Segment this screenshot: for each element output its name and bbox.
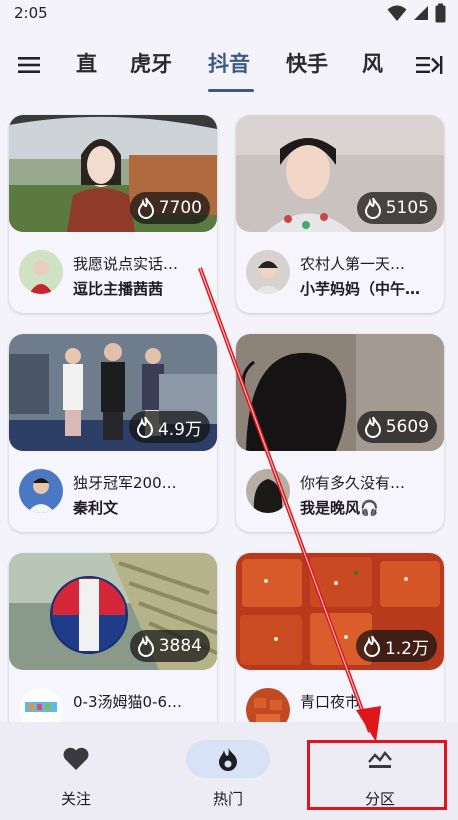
avatar bbox=[19, 250, 63, 294]
stream-card[interactable]: 5609 你有多久没有… 我是晚风🎧 bbox=[236, 334, 444, 532]
tab-partial-right[interactable]: 风 bbox=[362, 48, 383, 78]
menu-icon[interactable] bbox=[16, 52, 42, 78]
top-tab-bar: 直 虎牙 抖音 快手 风 bbox=[0, 40, 458, 94]
tab-partial-left[interactable]: 直 bbox=[76, 48, 97, 78]
flame-icon bbox=[364, 416, 381, 438]
stream-card[interactable]: 5105 农村人第一天… 小芋妈妈（中午… bbox=[236, 115, 444, 313]
avatar bbox=[246, 250, 290, 294]
stream-card[interactable]: 4.9万 独牙冠军200… 秦利文 bbox=[9, 334, 217, 532]
collapse-menu-icon[interactable] bbox=[414, 52, 444, 78]
active-tab-indicator bbox=[208, 89, 254, 92]
heart-icon bbox=[63, 747, 89, 770]
highlight-box bbox=[307, 740, 447, 810]
views-badge: 1.2万 bbox=[355, 630, 437, 662]
flame-icon bbox=[137, 635, 154, 657]
views-badge: 5105 bbox=[356, 192, 437, 224]
status-time: 2:05 bbox=[14, 4, 48, 22]
tab-kuaishou[interactable]: 快手 bbox=[286, 48, 328, 78]
views-badge: 4.9万 bbox=[128, 411, 210, 443]
nav-follow[interactable]: 关注 bbox=[0, 722, 152, 820]
views-count: 5105 bbox=[385, 198, 429, 218]
flame-icon bbox=[136, 416, 153, 438]
card-title: 你有多久没有… bbox=[300, 474, 406, 492]
tabs-scroller[interactable]: 直 虎牙 抖音 快手 风 bbox=[72, 40, 390, 94]
card-title: 独牙冠军200… bbox=[73, 474, 177, 492]
status-icons bbox=[387, 3, 446, 23]
views-count: 3884 bbox=[158, 636, 202, 656]
card-title: 农村人第一天… bbox=[300, 255, 406, 273]
card-author: 小芋妈妈（中午… bbox=[300, 280, 421, 298]
views-count: 7700 bbox=[158, 198, 202, 218]
flame-icon bbox=[363, 635, 380, 657]
card-title: 我愿说点实话… bbox=[73, 255, 179, 273]
tab-huya[interactable]: 虎牙 bbox=[130, 48, 172, 78]
avatar bbox=[19, 469, 63, 513]
nav-hot[interactable]: 热门 bbox=[152, 722, 304, 820]
nav-label: 热门 bbox=[212, 790, 243, 808]
card-title: 0-3汤姆猫0-6… bbox=[73, 693, 182, 711]
views-count: 1.2万 bbox=[384, 638, 429, 659]
card-author: 逗比主播茜茜 bbox=[73, 280, 164, 298]
views-count: 5609 bbox=[385, 417, 429, 437]
views-badge: 5609 bbox=[356, 411, 437, 443]
nav-label: 关注 bbox=[60, 790, 91, 808]
card-title: 青口夜市 bbox=[300, 693, 361, 711]
card-author: 秦利文 bbox=[73, 499, 119, 517]
views-badge: 7700 bbox=[129, 192, 210, 224]
wifi-icon bbox=[387, 5, 407, 21]
card-author: 我是晚风🎧 bbox=[300, 499, 379, 517]
views-badge: 3884 bbox=[129, 630, 210, 662]
views-count: 4.9万 bbox=[157, 419, 202, 440]
avatar bbox=[246, 469, 290, 513]
tab-douyin[interactable]: 抖音 bbox=[208, 48, 250, 78]
stream-card[interactable]: 7700 我愿说点实话… 逗比主播茜茜 bbox=[9, 115, 217, 313]
cellular-icon bbox=[414, 6, 428, 20]
flame-icon bbox=[137, 197, 154, 219]
battery-icon bbox=[435, 3, 446, 23]
flame-icon bbox=[219, 747, 237, 771]
status-bar: 2:05 bbox=[0, 0, 458, 28]
flame-icon bbox=[364, 197, 381, 219]
